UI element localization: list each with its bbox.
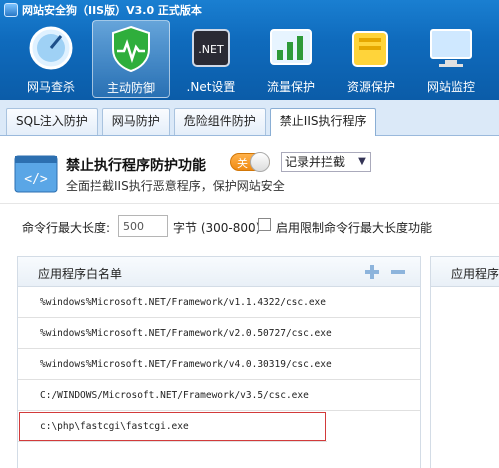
max-length-unit: 字节 (300-800) xyxy=(173,221,261,235)
toolbar-scan-label: 网马查杀 xyxy=(26,80,75,94)
toolbar-scan-button[interactable]: 网马查杀 xyxy=(12,20,90,98)
blacklist-header: 应用程序黑 xyxy=(431,257,499,287)
list-item[interactable]: C:/WINDOWS/Microsoft.NET/Framework/v3.5/… xyxy=(18,380,420,411)
max-length-label: 命令行最大长度: xyxy=(22,221,111,235)
toolbar-defense-label: 主动防御 xyxy=(106,81,155,95)
tab-dangerous-components[interactable]: 危险组件防护 xyxy=(173,108,266,135)
app-header: 网站安全狗（IIS版）V3.0 正式版本 网马查杀 主动防御 .NET .Net… xyxy=(0,0,499,100)
toolbar-traffic-button[interactable]: 流量保护 xyxy=(252,20,330,98)
blacklist-title: 应用程序黑 xyxy=(451,267,499,281)
window-title: 网站安全狗（IIS版）V3.0 正式版本 xyxy=(22,4,202,17)
whitelist-path: C:/WINDOWS/Microsoft.NET/Framework/v3.5/… xyxy=(40,390,309,401)
toggle-label: 关 xyxy=(237,157,248,170)
mode-select[interactable]: 记录并拦截 ▼ xyxy=(281,152,371,172)
toggle-knob xyxy=(250,152,270,172)
settings-row: 命令行最大长度: 字节 (300-800) 启用限制命令行最大长度功能 xyxy=(0,203,499,245)
limit-length-label: 启用限制命令行最大长度功能 xyxy=(276,221,433,235)
main-toolbar: 网马查杀 主动防御 .NET .Net设置 流量保护 资源保护 网站监控 xyxy=(0,20,499,100)
list-item-highlighted[interactable]: c:\php\fastcgi\fastcgi.exe xyxy=(18,411,327,442)
traffic-chart-icon xyxy=(270,29,312,65)
whitelist-path: c:\php\fastcgi\fastcgi.exe xyxy=(40,421,189,432)
blacklist-panel: 应用程序黑 xyxy=(430,256,499,468)
folder-lock-icon xyxy=(352,31,388,67)
whitelist-path: %windows%Microsoft.NET/Framework/v4.0.30… xyxy=(40,359,332,370)
app-logo-icon xyxy=(4,3,18,17)
feature-header: </> 禁止执行程序防护功能 全面拦截IIS执行恶意程序，保护网站安全 关 记录… xyxy=(0,137,499,203)
toolbar-resource-label: 资源保护 xyxy=(346,80,395,94)
feature-description: 全面拦截IIS执行恶意程序，保护网站安全 xyxy=(66,179,285,193)
whitelist-path: %windows%Microsoft.NET/Framework/v1.1.43… xyxy=(40,297,326,308)
tab-sql-injection[interactable]: SQL注入防护 xyxy=(6,108,98,135)
shield-heartbeat-icon xyxy=(112,25,150,73)
tab-webshell[interactable]: 网马防护 xyxy=(101,108,170,135)
title-bar: 网站安全狗（IIS版）V3.0 正式版本 xyxy=(0,0,499,20)
list-item[interactable]: %windows%Microsoft.NET/Framework/v2.0.50… xyxy=(18,318,420,349)
feature-toggle[interactable]: 关 xyxy=(230,152,270,172)
list-item[interactable]: %windows%Microsoft.NET/Framework/v1.1.43… xyxy=(18,287,420,318)
mode-select-value: 记录并拦截 xyxy=(285,155,346,169)
svg-text:.NET: .NET xyxy=(198,43,224,56)
feature-title: 禁止执行程序防护功能 xyxy=(66,158,206,174)
whitelist-title: 应用程序白名单 xyxy=(38,267,123,281)
toolbar-dotnet-label: .Net设置 xyxy=(186,80,236,94)
code-window-icon: </> xyxy=(14,155,58,193)
toolbar-traffic-label: 流量保护 xyxy=(266,80,315,94)
dotnet-chip-icon: .NET xyxy=(192,29,230,67)
whitelist-panel: 应用程序白名单 %windows%Microsoft.NET/Framework… xyxy=(17,256,421,468)
chevron-down-icon: ▼ xyxy=(358,156,366,167)
max-length-input[interactable] xyxy=(118,215,168,237)
toolbar-defense-button[interactable]: 主动防御 xyxy=(92,20,170,98)
scan-globe-icon xyxy=(29,26,73,70)
whitelist-path: %windows%Microsoft.NET/Framework/v2.0.50… xyxy=(40,328,332,339)
svg-text:</>: </> xyxy=(24,172,48,187)
whitelist-header: 应用程序白名单 xyxy=(18,257,420,287)
list-item[interactable]: %windows%Microsoft.NET/Framework/v4.0.30… xyxy=(18,349,420,380)
toolbar-dotnet-button[interactable]: .NET .Net设置 xyxy=(172,20,250,98)
toolbar-monitor-label: 网站监控 xyxy=(426,80,475,94)
limit-length-checkbox[interactable] xyxy=(258,218,271,231)
remove-icon[interactable] xyxy=(391,265,405,279)
tab-block-iis-exec[interactable]: 禁止IIS执行程序 xyxy=(269,108,377,136)
add-icon[interactable] xyxy=(365,265,379,279)
toolbar-monitor-button[interactable]: 网站监控 xyxy=(412,20,490,98)
monitor-icon xyxy=(430,29,472,67)
toolbar-resource-button[interactable]: 资源保护 xyxy=(332,20,410,98)
defense-tabs: SQL注入防护 网马防护 危险组件防护 禁止IIS执行程序 xyxy=(0,100,499,136)
